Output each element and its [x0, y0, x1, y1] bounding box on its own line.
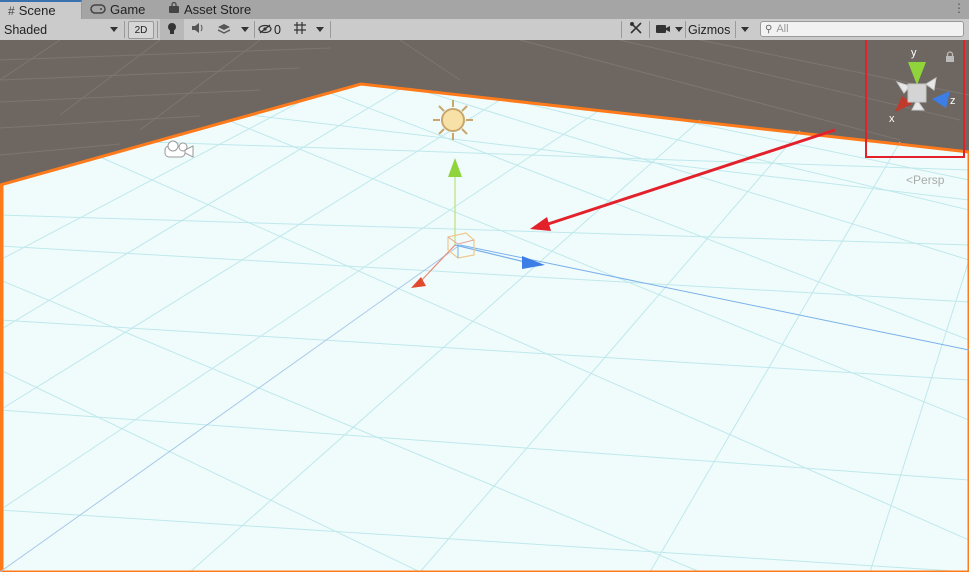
- layers-icon: [217, 22, 231, 37]
- search-icon: ⚲: [765, 23, 773, 35]
- chevron-down-icon: [241, 27, 249, 32]
- search-input[interactable]: [772, 23, 947, 35]
- hidden-objects-toggle[interactable]: 0: [258, 19, 286, 40]
- draw-mode-dropdown[interactable]: Shaded: [4, 19, 122, 40]
- divider: [330, 21, 331, 38]
- gamepad-icon: [90, 2, 106, 17]
- tab-game[interactable]: Game: [82, 0, 164, 19]
- grid-icon: #: [8, 3, 15, 18]
- gizmos-dropdown[interactable]: [738, 19, 752, 40]
- eye-slash-icon: [258, 23, 272, 37]
- speaker-icon: [191, 22, 205, 37]
- divider: [685, 21, 686, 38]
- scene-viewport[interactable]: y z x <Persp: [0, 40, 969, 572]
- divider: [621, 21, 622, 38]
- gizmo-z-label: z: [950, 95, 956, 107]
- divider: [735, 21, 736, 38]
- orientation-center-cube[interactable]: [907, 83, 927, 103]
- tab-game-label: Game: [110, 2, 146, 17]
- camera-button[interactable]: [652, 19, 674, 40]
- search-field[interactable]: ⚲: [760, 21, 964, 37]
- effects-dropdown[interactable]: [238, 19, 252, 40]
- scene-effects-toggle[interactable]: [212, 19, 236, 40]
- tab-asset-store[interactable]: Asset Store: [160, 0, 260, 19]
- chevron-down-icon: [110, 27, 118, 32]
- ground-plane[interactable]: [0, 84, 969, 572]
- hidden-count: 0: [274, 22, 281, 37]
- chevron-down-icon: [675, 27, 683, 32]
- grid-icon: [293, 21, 307, 38]
- persp-icon: <: [906, 173, 914, 187]
- camera-icon: [655, 23, 671, 37]
- grid-dropdown[interactable]: [313, 19, 327, 40]
- grid-toggle[interactable]: [290, 19, 310, 40]
- persp-label: Persp: [913, 173, 945, 187]
- tools-icon: [629, 21, 643, 38]
- tab-scene[interactable]: # Scene: [0, 0, 82, 19]
- shopping-bag-icon: [168, 1, 180, 17]
- chevron-down-icon: [316, 27, 324, 32]
- tab-bar: # Scene Game Asset Store ⋮: [0, 0, 969, 19]
- divider: [254, 21, 255, 38]
- gizmo-x-label: x: [889, 113, 895, 125]
- scene-lighting-toggle[interactable]: [160, 19, 184, 40]
- toggle-2d-label: 2D: [134, 24, 148, 36]
- tools-button[interactable]: [626, 19, 646, 40]
- divider: [649, 21, 650, 38]
- tab-scene-label: Scene: [18, 3, 56, 18]
- scene-audio-toggle[interactable]: [186, 19, 210, 40]
- more-options-icon[interactable]: ⋮: [953, 1, 965, 15]
- gizmos-button[interactable]: Gizmos: [688, 19, 734, 40]
- lightbulb-icon: [167, 22, 177, 38]
- persp-toggle[interactable]: <Persp: [906, 173, 944, 187]
- gizmo-y-label: y: [911, 47, 917, 59]
- divider: [124, 21, 125, 38]
- sun-icon[interactable]: [433, 100, 473, 140]
- draw-mode-label: Shaded: [4, 22, 48, 37]
- tab-asset-store-label: Asset Store: [184, 2, 252, 17]
- gizmos-label: Gizmos: [688, 22, 731, 37]
- toggle-2d-button[interactable]: 2D: [128, 21, 154, 39]
- camera-dropdown[interactable]: [673, 19, 685, 40]
- divider: [157, 21, 158, 38]
- scene-toolbar: Shaded 2D 0 Gizmos ⚲ All: [0, 19, 969, 41]
- chevron-down-icon: [741, 27, 749, 32]
